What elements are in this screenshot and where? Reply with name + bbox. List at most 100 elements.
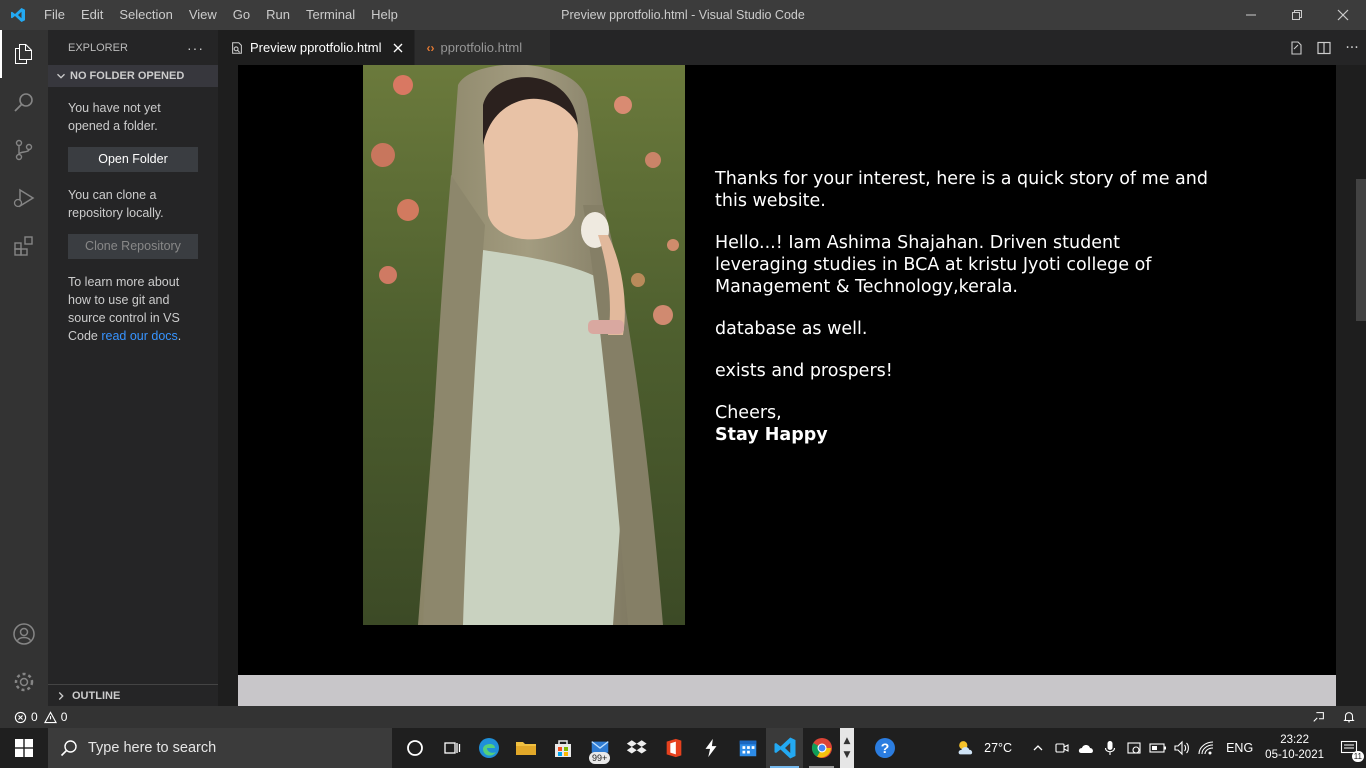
notifications-bell-icon[interactable] xyxy=(1342,710,1356,724)
chevron-up-icon xyxy=(1033,745,1043,751)
meet-now-button[interactable] xyxy=(1050,728,1074,768)
task-view-button[interactable] xyxy=(433,728,470,768)
taskbar-apps: 99+ ▲ ▼ ? xyxy=(396,728,903,768)
office-icon xyxy=(666,738,681,758)
menu-run[interactable]: Run xyxy=(258,0,298,30)
explorer-button[interactable] xyxy=(0,30,48,78)
mail-button[interactable]: 99+ xyxy=(581,728,618,768)
docs-link[interactable]: read our docs xyxy=(101,329,177,343)
html-preview[interactable]: Thanks for your interest, here is a quic… xyxy=(238,65,1336,706)
dropbox-icon xyxy=(626,740,647,754)
problems-indicator[interactable]: 0 0 xyxy=(0,710,67,724)
split-editor-icon xyxy=(1317,41,1331,54)
lightning-icon xyxy=(705,738,716,758)
accounts-button[interactable] xyxy=(0,610,48,658)
office-button[interactable] xyxy=(655,728,692,768)
battery-button[interactable] xyxy=(1146,728,1170,768)
wifi-icon xyxy=(1198,741,1214,755)
file-explorer-button[interactable] xyxy=(507,728,544,768)
weather-button[interactable] xyxy=(952,728,980,768)
open-folder-button[interactable]: Open Folder xyxy=(68,147,198,172)
editor-actions: ··· xyxy=(1282,30,1366,65)
tab-source[interactable]: ‹› pprotfolio.html xyxy=(414,30,552,65)
task-view-icon xyxy=(443,742,460,754)
explorer-sidebar: EXPLORER ··· NO FOLDER OPENED You have n… xyxy=(48,30,218,706)
menu-view[interactable]: View xyxy=(181,0,225,30)
more-editor-actions-button[interactable]: ··· xyxy=(1338,30,1366,65)
chevron-down-icon xyxy=(57,73,65,79)
account-icon xyxy=(13,623,35,645)
chrome-button[interactable] xyxy=(803,728,840,768)
folder-icon xyxy=(515,742,536,755)
clock[interactable]: 23:22 05-10-2021 xyxy=(1257,733,1332,763)
clone-repository-button[interactable]: Clone Repository xyxy=(68,234,198,259)
onedrive-cloud-icon xyxy=(1078,745,1094,753)
editor-tabs: Preview pprotfolio.html ‹› pprotfolio.ht… xyxy=(218,30,1366,65)
menu-terminal[interactable]: Terminal xyxy=(298,0,363,30)
no-folder-section[interactable]: NO FOLDER OPENED xyxy=(48,65,218,87)
cortana-button[interactable] xyxy=(396,728,433,768)
source-control-icon xyxy=(15,139,33,161)
outline-title: OUTLINE xyxy=(72,689,121,702)
feedback-icon[interactable] xyxy=(1312,710,1326,724)
windows-logo-icon xyxy=(15,739,33,757)
help-icon: ? xyxy=(874,738,895,758)
camera-icon xyxy=(1055,743,1069,753)
restore-icon xyxy=(1292,10,1302,20)
clock-date: 05-10-2021 xyxy=(1265,749,1324,761)
activity-bar xyxy=(0,30,48,706)
menu-go[interactable]: Go xyxy=(225,0,258,30)
dropbox-button[interactable] xyxy=(618,728,655,768)
preview-footer xyxy=(238,675,1336,706)
close-button[interactable] xyxy=(1320,0,1366,30)
extensions-icon xyxy=(14,236,33,256)
status-bar: 0 0 xyxy=(0,706,1366,728)
vscode-taskbar-button[interactable] xyxy=(766,728,803,768)
taskbar-scroll[interactable]: ▲ ▼ xyxy=(840,728,854,768)
restore-button[interactable] xyxy=(1274,0,1320,30)
menu-selection[interactable]: Selection xyxy=(111,0,180,30)
sidebar-header: EXPLORER ··· xyxy=(48,30,218,65)
minimize-button[interactable] xyxy=(1228,0,1274,30)
weather-temperature[interactable]: 27°C xyxy=(980,741,1016,755)
start-button[interactable] xyxy=(0,728,48,768)
ellipsis-icon: ··· xyxy=(1345,39,1359,56)
source-control-button[interactable] xyxy=(0,126,48,174)
clone-text: You can clone a repository locally. xyxy=(68,188,164,220)
battery-icon xyxy=(1149,743,1167,753)
manage-button[interactable] xyxy=(0,658,48,706)
menu-file[interactable]: File xyxy=(36,0,73,30)
show-hidden-icons-button[interactable] xyxy=(1026,728,1050,768)
microphone-button[interactable] xyxy=(1098,728,1122,768)
edge-button[interactable] xyxy=(470,728,507,768)
calendar-button[interactable] xyxy=(729,728,766,768)
run-debug-button[interactable] xyxy=(0,174,48,222)
tab-preview[interactable]: Preview pprotfolio.html xyxy=(218,30,415,65)
files-icon xyxy=(15,44,32,64)
network-button[interactable] xyxy=(1194,728,1218,768)
search-button[interactable] xyxy=(0,78,48,126)
speaker-icon xyxy=(1174,740,1190,756)
close-tab-icon[interactable] xyxy=(392,42,404,54)
open-source-button[interactable] xyxy=(1282,30,1310,65)
volume-button[interactable] xyxy=(1170,728,1194,768)
input-language[interactable]: ENG xyxy=(1222,741,1257,755)
tab-label: pprotfolio.html xyxy=(440,40,523,55)
power-automate-button[interactable] xyxy=(692,728,729,768)
shield-icon xyxy=(1127,742,1141,754)
onedrive-button[interactable] xyxy=(1074,728,1098,768)
action-center-button[interactable]: 11 xyxy=(1332,728,1366,768)
taskbar-search[interactable]: Type here to search xyxy=(48,728,392,768)
window-controls xyxy=(1228,0,1366,30)
menu-help[interactable]: Help xyxy=(363,0,406,30)
outline-section[interactable]: OUTLINE xyxy=(48,684,218,706)
menu-edit[interactable]: Edit xyxy=(73,0,111,30)
split-editor-button[interactable] xyxy=(1310,30,1338,65)
more-actions-icon[interactable]: ··· xyxy=(187,40,204,56)
store-button[interactable] xyxy=(544,728,581,768)
editor-scrollbar[interactable] xyxy=(1356,179,1366,321)
help-button[interactable]: ? xyxy=(866,728,903,768)
weather-cloud-sun-icon xyxy=(958,741,973,755)
extensions-button[interactable] xyxy=(0,222,48,270)
security-button[interactable] xyxy=(1122,728,1146,768)
